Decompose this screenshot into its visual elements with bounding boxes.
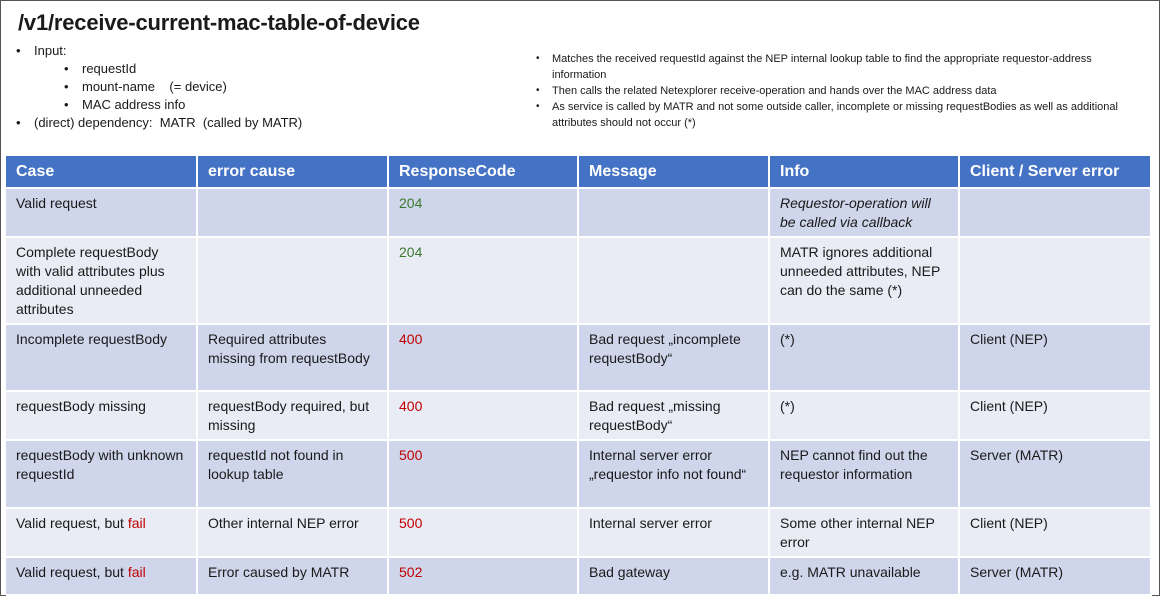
column-header-info: Info	[769, 156, 960, 189]
description-item: Matches the received requestId against t…	[552, 53, 1092, 81]
bullet-icon: •	[64, 61, 69, 76]
table-row: Valid request, but fail Error caused by …	[6, 557, 1152, 596]
description-item: As service is called by MATR and not som…	[552, 101, 1118, 129]
message-cell	[578, 188, 770, 238]
list-item: • requestId	[16, 60, 302, 78]
description-list: • Matches the received requestId against …	[536, 51, 1136, 131]
client-server-cell: Client (NEP)	[959, 391, 1152, 441]
bullet-icon: •	[16, 115, 21, 130]
table-row: Incomplete requestBody Required attribut…	[6, 324, 1152, 392]
list-item: • mount-name (= device)	[16, 78, 302, 96]
bullet-icon: •	[64, 79, 69, 94]
table-row: Valid request, but fail Other internal N…	[6, 508, 1152, 558]
client-server-cell: Client (NEP)	[959, 324, 1152, 392]
message-cell: Internal server error	[578, 508, 770, 558]
input-item: mount-name (= device)	[82, 79, 227, 94]
case-text: Valid request, but	[16, 564, 128, 580]
table-row: Valid request 204 Requestor-operation wi…	[6, 188, 1152, 238]
client-server-cell	[959, 188, 1152, 238]
info-cell: NEP cannot find out the requestor inform…	[769, 440, 960, 509]
column-header-client-server-error: Client / Server error	[959, 156, 1152, 189]
case-cell: requestBody missing	[6, 391, 198, 441]
error-cause-cell: Error caused by MATR	[197, 557, 389, 596]
dependency-text: (direct) dependency: MATR (called by MAT…	[34, 115, 303, 130]
description-item: Then calls the related Netexplorer recei…	[552, 85, 997, 97]
case-cell: Complete requestBody with valid attribut…	[6, 237, 198, 325]
response-code-cell: 204	[388, 237, 579, 325]
error-cause-cell	[197, 237, 389, 325]
case-cell: Valid request, but fail	[6, 557, 198, 596]
input-label: Input:	[34, 43, 67, 58]
case-cell: Valid request, but fail	[6, 508, 198, 558]
list-item: • Input:	[16, 42, 302, 60]
case-cell: Incomplete requestBody	[6, 324, 198, 392]
response-code-cell: 500	[388, 508, 579, 558]
input-list: • Input: • requestId • mount-name (= device…	[16, 42, 302, 132]
column-header-case: Case	[6, 156, 198, 189]
list-item: • (direct) dependency: MATR (called by MA…	[16, 114, 302, 132]
error-cause-cell	[197, 188, 389, 238]
info-cell: (*)	[769, 324, 960, 392]
table-row: requestBody missing requestBody required…	[6, 391, 1152, 441]
column-header-response-code: ResponseCode	[388, 156, 579, 189]
table-row: Complete requestBody with valid attribut…	[6, 237, 1152, 325]
message-cell	[578, 237, 770, 325]
response-code-cell: 400	[388, 324, 579, 392]
info-cell: (*)	[769, 391, 960, 441]
case-text: Valid request, but	[16, 515, 128, 531]
bullet-icon: •	[536, 85, 540, 96]
info-cell: Some other internal NEP error	[769, 508, 960, 558]
message-cell: Bad request „missing requestBody“	[578, 391, 770, 441]
response-code-cell: 204	[388, 188, 579, 238]
error-cause-cell: requestId not found in lookup table	[197, 440, 389, 509]
input-item: requestId	[82, 61, 137, 76]
fail-text: fail	[127, 564, 146, 580]
client-server-cell: Server (MATR)	[959, 557, 1152, 596]
list-item: • Matches the received requestId against …	[536, 51, 1136, 83]
info-cell: MATR ignores additional unneeded attribu…	[769, 237, 960, 325]
client-server-cell	[959, 237, 1152, 325]
case-cell: requestBody with unknown requestId	[6, 440, 198, 509]
client-server-cell: Server (MATR)	[959, 440, 1152, 509]
client-server-cell: Client (NEP)	[959, 508, 1152, 558]
table-header-row: Case error cause ResponseCode Message In…	[6, 156, 1152, 189]
response-code-cell: 400	[388, 391, 579, 441]
fail-text: fail	[127, 515, 146, 531]
column-header-message: Message	[578, 156, 770, 189]
message-cell: Bad request „incomplete requestBody“	[578, 324, 770, 392]
response-code-cell: 502	[388, 557, 579, 596]
case-cell: Valid request	[6, 188, 198, 238]
error-cause-cell: Required attributes missing from request…	[197, 324, 389, 392]
bullet-icon: •	[536, 53, 540, 64]
response-code-cell: 500	[388, 440, 579, 509]
error-cause-cell: Other internal NEP error	[197, 508, 389, 558]
error-cause-cell: requestBody required, but missing	[197, 391, 389, 441]
bullet-icon: •	[64, 97, 69, 112]
info-cell: e.g. MATR unavailable	[769, 557, 960, 596]
message-cell: Bad gateway	[578, 557, 770, 596]
info-cell: Requestor-operation will be called via c…	[769, 188, 960, 238]
list-item: • Then calls the related Netexplorer rece…	[536, 83, 1136, 99]
bullet-icon: •	[16, 43, 21, 58]
list-item: • MAC address info	[16, 96, 302, 114]
input-item: MAC address info	[82, 97, 186, 112]
bullet-icon: •	[536, 101, 540, 112]
message-cell: Internal server error „requestor info no…	[578, 440, 770, 509]
column-header-error-cause: error cause	[197, 156, 389, 189]
response-code-table: Case error cause ResponseCode Message In…	[6, 156, 1152, 596]
list-item: • As service is called by MATR and not so…	[536, 99, 1136, 131]
table-row: requestBody with unknown requestId reque…	[6, 440, 1152, 509]
page-title: /v1/receive-current-mac-table-of-device	[18, 10, 420, 35]
